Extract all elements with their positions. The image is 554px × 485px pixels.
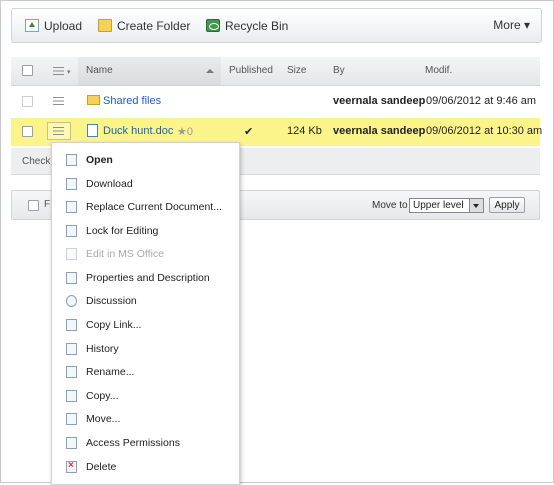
menu-item-copy-link[interactable]: Copy Link... (52, 315, 239, 335)
menu-item-label: Rename... (86, 366, 135, 378)
row-menu-button[interactable] (47, 122, 71, 140)
move-to-select[interactable]: Upper level (409, 198, 484, 213)
chevron-down-icon: ▾ (67, 69, 71, 76)
properties-icon (66, 272, 77, 284)
recycle-bin-icon (206, 19, 220, 32)
menu-item-label: History (86, 343, 119, 355)
row-checkbox[interactable] (22, 96, 33, 107)
menu-item-label: Download (86, 178, 133, 190)
bottom-label: F (44, 199, 51, 210)
menu-item-label: Delete (86, 461, 117, 473)
header-modified[interactable]: Modif. (425, 65, 452, 76)
upload-icon (25, 19, 39, 32)
menu-item-label: Open (86, 154, 113, 166)
move-to-label: Move to (372, 200, 408, 211)
bottom-checkbox[interactable] (28, 200, 39, 211)
menu-item-edit-in-ms-office: Edit in MS Office (52, 244, 239, 264)
menu-item-label: Edit in MS Office (86, 248, 165, 260)
context-menu: Open Download Replace Current Document..… (51, 142, 240, 485)
menu-item-open[interactable]: Open (52, 150, 239, 170)
word-document-icon (87, 124, 98, 137)
rename-icon (66, 366, 77, 378)
menu-item-replace-document[interactable]: Replace Current Document... (52, 197, 239, 217)
table-row[interactable]: Shared files veernala sandeep 09/06/2012… (11, 88, 540, 114)
permissions-icon (66, 437, 77, 449)
apply-button[interactable]: Apply (489, 197, 525, 213)
menu-item-label: Copy... (86, 390, 119, 402)
open-doc-icon (66, 154, 77, 166)
row-rating[interactable]: ★0 (177, 125, 193, 138)
sort-ascending-icon (206, 69, 214, 73)
lock-icon (66, 225, 77, 237)
menu-item-discussion[interactable]: Discussion (52, 291, 239, 311)
menu-item-rename[interactable]: Rename... (52, 362, 239, 382)
header-size[interactable]: Size (287, 65, 306, 76)
folder-icon (87, 95, 100, 105)
row-size: 124 Kb (287, 125, 322, 137)
row-name-link[interactable]: Duck hunt.doc (103, 125, 173, 137)
header-by[interactable]: By (333, 65, 345, 76)
move-icon (66, 413, 77, 425)
download-icon (66, 178, 77, 190)
history-icon (66, 343, 77, 355)
menu-item-download[interactable]: Download (52, 174, 239, 194)
copy-icon (66, 390, 77, 402)
row-modified: 09/06/2012 at 10:30 am (426, 125, 543, 137)
menu-item-move[interactable]: Move... (52, 409, 239, 429)
header-name[interactable]: Name (86, 65, 113, 76)
row-by: veernala sandeep (333, 95, 426, 107)
recycle-bin-label: Recycle Bin (225, 19, 289, 33)
toolbar: Upload Create Folder Recycle Bin More ▾ (11, 8, 542, 43)
discussion-icon (66, 295, 77, 307)
menu-item-label: Discussion (86, 295, 137, 307)
upload-label: Upload (44, 19, 83, 33)
recycle-bin-button[interactable]: Recycle Bin (206, 18, 291, 34)
header-published[interactable]: Published (229, 65, 273, 76)
menu-item-history[interactable]: History (52, 339, 239, 359)
menu-item-label: Replace Current Document... (86, 201, 222, 213)
menu-item-copy[interactable]: Copy... (52, 386, 239, 406)
folder-icon (98, 19, 112, 32)
delete-icon: × (66, 460, 77, 473)
menu-item-label: Copy Link... (86, 319, 142, 331)
menu-item-delete[interactable]: × Delete (52, 457, 239, 477)
replace-doc-icon (66, 201, 77, 213)
table-header: ▾ Name Published Size By Modif. (11, 57, 540, 86)
row-by: veernala sandeep (333, 125, 426, 137)
edit-office-icon (66, 248, 77, 260)
row-menu-icon (53, 127, 64, 135)
menu-item-access-permissions[interactable]: Access Permissions (52, 433, 239, 453)
select-all-checkbox[interactable] (22, 65, 33, 76)
row-name-link[interactable]: Shared files (103, 95, 161, 107)
menu-item-label: Access Permissions (86, 437, 180, 449)
actions-menu-icon[interactable] (53, 67, 64, 75)
create-folder-label: Create Folder (117, 19, 191, 33)
check-label[interactable]: Check (22, 156, 50, 167)
row-published: ✔ (244, 126, 254, 138)
menu-item-lock-for-editing[interactable]: Lock for Editing (52, 221, 239, 241)
copy-link-icon (66, 319, 77, 331)
row-menu-icon[interactable] (53, 97, 64, 105)
menu-item-label: Properties and Description (86, 272, 210, 284)
menu-item-properties[interactable]: Properties and Description (52, 268, 239, 288)
more-dropdown[interactable]: More ▾ (493, 18, 530, 32)
create-folder-button[interactable]: Create Folder (98, 18, 198, 34)
x-icon: × (68, 460, 74, 471)
row-checkbox[interactable] (22, 126, 33, 137)
move-to-value: Upper level (413, 200, 464, 211)
row-modified: 09/06/2012 at 9:46 am (426, 95, 537, 107)
menu-item-label: Move... (86, 413, 121, 425)
chevron-down-icon (469, 199, 483, 212)
menu-item-label: Lock for Editing (86, 225, 159, 237)
upload-button[interactable]: Upload (25, 18, 85, 34)
